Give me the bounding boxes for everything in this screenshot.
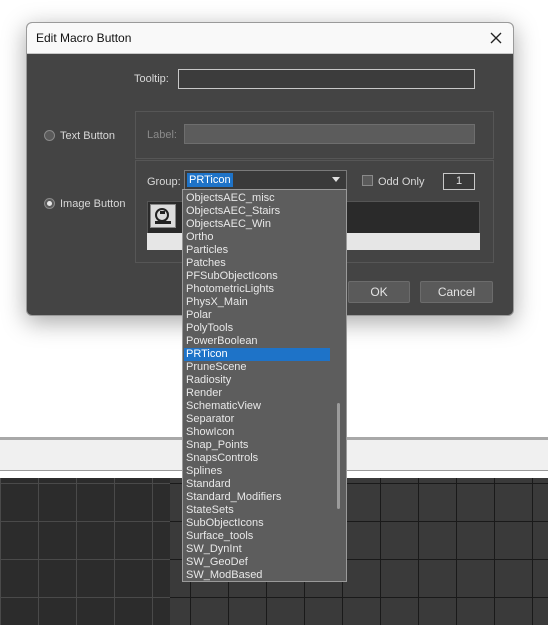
dropdown-item[interactable]: PRTicon (184, 348, 330, 361)
dropdown-item[interactable]: PolyTools (184, 322, 330, 335)
tooltip-label: Tooltip: (134, 73, 169, 85)
dropdown-item[interactable]: PruneScene (184, 361, 330, 374)
chevron-down-icon (332, 177, 340, 182)
image-button-radio[interactable] (44, 198, 55, 209)
dropdown-item[interactable]: Surface_tools (184, 530, 330, 543)
odd-only-label: Odd Only (378, 176, 425, 188)
group-dropdown-items: ObjectsAEC_misc ObjectsAEC_Stairs ObjectsA… (184, 192, 330, 581)
viewport-grid-dark (0, 478, 170, 625)
group-combobox[interactable]: PRTicon (184, 170, 347, 191)
cancel-button[interactable]: Cancel (420, 281, 493, 303)
group-label: Group: (147, 176, 181, 188)
dropdown-item[interactable]: SW_DynInt (184, 543, 330, 556)
dialog-titlebar: Edit Macro Button (27, 23, 513, 54)
dropdown-item[interactable]: Separator (184, 413, 330, 426)
dropdown-item[interactable]: Standard (184, 478, 330, 491)
dropdown-item[interactable]: SubObjectIcons (184, 517, 330, 530)
dropdown-item[interactable]: PhysX_Main (184, 296, 330, 309)
dropdown-item[interactable]: Polar (184, 309, 330, 322)
close-button[interactable] (485, 27, 507, 49)
prt-icon (155, 208, 171, 224)
dropdown-item[interactable]: ShowIcon (184, 426, 330, 439)
odd-only-checkbox[interactable] (362, 175, 373, 186)
dialog-title: Edit Macro Button (36, 31, 132, 45)
close-icon (490, 32, 502, 44)
text-button-label: Text Button (60, 130, 116, 142)
dropdown-item[interactable]: Snap_Points (184, 439, 330, 452)
dropdown-item[interactable]: PhotometricLights (184, 283, 330, 296)
image-button-label: Image Button (60, 198, 126, 210)
dropdown-item[interactable]: ObjectsAEC_Win (184, 218, 330, 231)
dropdown-item[interactable]: Particles (184, 244, 330, 257)
ok-button[interactable]: OK (348, 281, 410, 303)
group-dropdown-list[interactable]: ObjectsAEC_misc ObjectsAEC_Stairs ObjectsA… (182, 189, 347, 582)
dropdown-item[interactable]: Standard_Modifiers (184, 491, 330, 504)
dropdown-item[interactable]: Render (184, 387, 330, 400)
label-label: Label: (147, 129, 177, 141)
tooltip-input[interactable] (178, 69, 475, 89)
dropdown-item[interactable]: ObjectsAEC_misc (184, 192, 330, 205)
text-button-radio[interactable] (44, 130, 55, 141)
dropdown-item[interactable]: StateSets (184, 504, 330, 517)
dropdown-item[interactable]: SW_ModBased (184, 569, 330, 581)
dropdown-item[interactable]: PFSubObjectIcons (184, 270, 330, 283)
dropdown-item[interactable]: SW_GeoDef (184, 556, 330, 569)
group-selected-value: PRTicon (187, 173, 233, 187)
dropdown-item[interactable]: SnapsControls (184, 452, 330, 465)
label-input[interactable] (184, 124, 475, 144)
dropdown-item[interactable]: PowerBoolean (184, 335, 330, 348)
dropdown-item[interactable]: Splines (184, 465, 330, 478)
dropdown-scroll-thumb[interactable] (337, 403, 340, 509)
dropdown-item[interactable]: Ortho (184, 231, 330, 244)
dropdown-item[interactable]: Patches (184, 257, 330, 270)
dropdown-item[interactable]: SchematicView (184, 400, 330, 413)
dropdown-item[interactable]: Radiosity (184, 374, 330, 387)
dropdown-item[interactable]: ObjectsAEC_Stairs (184, 205, 330, 218)
macro-image-icon[interactable] (150, 204, 176, 228)
index-field[interactable]: 1 (443, 173, 475, 190)
dropdown-scrollbar[interactable] (331, 191, 345, 580)
